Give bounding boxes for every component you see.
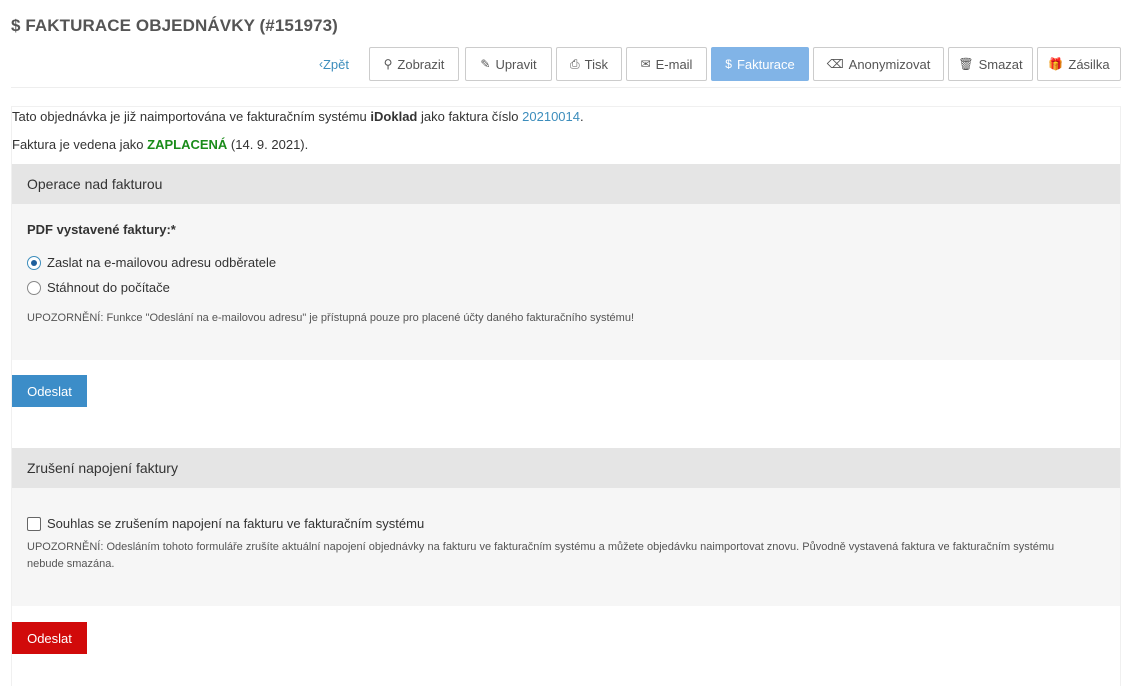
print-icon: ⎙ bbox=[570, 57, 580, 71]
shipment-button[interactable]: 🎁 Zásilka bbox=[1037, 47, 1121, 81]
unlink-heading: Zrušení napojení faktury bbox=[12, 448, 1120, 488]
payment-info: Faktura je vedena jako ZAPLACENÁ (14. 9.… bbox=[12, 137, 308, 152]
radio-checked-icon[interactable] bbox=[27, 255, 41, 270]
import-info-text-mid: jako faktura číslo bbox=[417, 109, 523, 124]
invoicing-button[interactable]: $ Fakturace bbox=[711, 47, 809, 81]
email-button[interactable]: ✉ E-mail bbox=[626, 47, 707, 81]
send-invoice-button[interactable]: Odeslat bbox=[12, 375, 87, 407]
unlink-warning: UPOZORNĚNÍ: Odesláním tohoto formuláře z… bbox=[27, 541, 1055, 570]
import-info: Tato objednávka je již naimportována ve … bbox=[12, 109, 584, 124]
unlink-body: Souhlas se zrušením napojení na fakturu … bbox=[12, 488, 1120, 606]
invoicing-button-label: Fakturace bbox=[736, 56, 795, 72]
email-feature-warning: UPOZORNĚNÍ: Funkce "Odeslání na e-mailov… bbox=[27, 312, 635, 324]
shipment-button-label: Zásilka bbox=[1068, 56, 1110, 72]
divider bbox=[11, 87, 1121, 88]
pencil-icon: ✎ bbox=[480, 57, 491, 71]
print-button[interactable]: ⎙ Tisk bbox=[556, 47, 622, 81]
import-info-suffix: . bbox=[580, 109, 584, 124]
print-button-label: Tisk bbox=[584, 56, 608, 72]
trash-icon: 🗑 bbox=[958, 57, 974, 71]
unlink-submit-button[interactable]: Odeslat bbox=[12, 622, 87, 654]
unlink-consent-checkbox[interactable]: Souhlas se zrušením napojení na fakturu … bbox=[27, 516, 424, 531]
invoice-ops-heading: Operace nad fakturou bbox=[12, 164, 1120, 204]
invoice-system-name: iDoklad bbox=[370, 109, 418, 124]
unlink-consent-label: Souhlas se zrušením napojení na fakturu … bbox=[47, 516, 425, 531]
edit-button[interactable]: ✎ Upravit bbox=[465, 47, 552, 81]
eraser-icon: ⌫ bbox=[826, 57, 844, 71]
dollar-icon: $ bbox=[725, 57, 732, 71]
page-title: $ FAKTURACE OBJEDNÁVKY (#151973) bbox=[11, 16, 338, 35]
invoice-number-link[interactable]: 20210014 bbox=[522, 109, 580, 124]
anonymize-button[interactable]: ⌫ Anonymizovat bbox=[813, 47, 944, 81]
edit-button-label: Upravit bbox=[495, 56, 537, 72]
import-info-text: Tato objednávka je již naimportována ve … bbox=[12, 109, 371, 124]
radio-unchecked-icon[interactable] bbox=[27, 280, 41, 295]
radio-download[interactable]: Stáhnout do počítače bbox=[27, 280, 170, 295]
search-icon: ⚲ bbox=[383, 57, 393, 71]
view-button-label: Zobrazit bbox=[397, 56, 445, 72]
radio-download-label: Stáhnout do počítače bbox=[47, 280, 170, 295]
checkbox-icon[interactable] bbox=[27, 516, 41, 531]
email-button-label: E-mail bbox=[655, 56, 693, 72]
delete-button-label: Smazat bbox=[978, 56, 1023, 72]
paid-status: ZAPLACENÁ bbox=[147, 137, 228, 152]
action-toolbar: ‹ Zpět ⚲ Zobrazit ✎ Upravit ⎙ Tisk ✉ E-m… bbox=[0, 47, 1130, 81]
pdf-field-label: PDF vystavené faktury:* bbox=[27, 222, 176, 237]
radio-send-email[interactable]: Zaslat na e-mailovou adresu odběratele bbox=[27, 255, 276, 270]
invoice-ops-body: PDF vystavené faktury:* Zaslat na e-mail… bbox=[12, 204, 1120, 360]
payment-date: (14. 9. 2021). bbox=[227, 137, 309, 152]
gift-icon: 🎁 bbox=[1048, 57, 1064, 71]
view-button[interactable]: ⚲ Zobrazit bbox=[369, 47, 459, 81]
payment-info-text: Faktura je vedena jako bbox=[12, 137, 148, 152]
delete-button[interactable]: 🗑 Smazat bbox=[948, 47, 1033, 81]
back-link-label: Zpět bbox=[322, 56, 349, 72]
back-link[interactable]: ‹ Zpět bbox=[312, 47, 356, 81]
radio-send-email-label: Zaslat na e-mailovou adresu odběratele bbox=[47, 255, 277, 270]
envelope-icon: ✉ bbox=[640, 57, 651, 71]
anonymize-button-label: Anonymizovat bbox=[848, 56, 931, 72]
